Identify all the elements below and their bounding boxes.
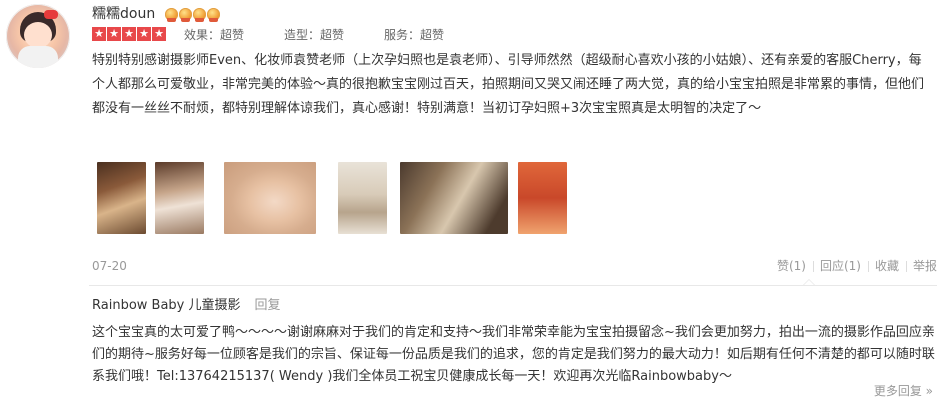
reply-header: Rainbow Baby 儿童摄影 回复 (92, 297, 281, 315)
reply-button[interactable]: 回复 (255, 297, 281, 315)
avatar-dress (18, 46, 58, 68)
review-photo[interactable] (518, 162, 567, 234)
review-photo[interactable] (338, 162, 387, 234)
star-icon: ★ (152, 27, 166, 41)
score-styling: 造型：超赞 (284, 27, 345, 42)
star-icon: ★ (137, 27, 151, 41)
medal-icon (193, 7, 207, 22)
review-photo[interactable] (400, 162, 508, 234)
more-replies-link[interactable]: 更多回复 » (874, 383, 933, 399)
medal-icon (207, 7, 221, 22)
star-icon: ★ (122, 27, 136, 41)
review-header: 糯糯doun (92, 4, 221, 24)
member-badges (165, 7, 221, 22)
avatar-face (24, 22, 52, 48)
score-service: 服务：超赞 (384, 27, 445, 42)
user-avatar[interactable] (6, 4, 70, 68)
medal-icon (165, 7, 179, 22)
review-photo[interactable] (97, 162, 146, 234)
review-photos (97, 162, 567, 234)
review-actions: 赞(1) 回应(1) 收藏 举报 (770, 258, 937, 274)
reply-count-button[interactable]: 回应(1) (813, 258, 869, 274)
favorite-button[interactable]: 收藏 (868, 258, 908, 274)
avatar-bow (44, 10, 58, 19)
username[interactable]: 糯糯doun (92, 4, 155, 24)
reply-divider (89, 285, 937, 286)
review-date: 07-20 (92, 259, 127, 273)
review-text: 特别特别感谢摄影师Even、化妆师袁赞老师（上次孕妇照也是袁老师）、引导师然然（… (92, 53, 925, 116)
star-icon: ★ (92, 27, 106, 41)
review-photo[interactable] (155, 162, 204, 234)
review-photo[interactable] (224, 162, 316, 234)
report-button[interactable]: 举报 (906, 258, 937, 274)
rating-row: ★ ★ ★ ★ ★ 效果：超赞 造型：超赞 服务：超赞 (92, 26, 484, 42)
score-effect: 效果：超赞 (184, 27, 245, 42)
reply-text: 这个宝宝真的太可爱了鸭～～～～谢谢麻麻对于我们的肯定和支持～我们非常荣幸能为宝宝… (92, 325, 935, 384)
star-rating: ★ ★ ★ ★ ★ (92, 27, 166, 41)
shop-name[interactable]: Rainbow Baby 儿童摄影 (92, 297, 241, 315)
medal-icon (179, 7, 193, 22)
star-icon: ★ (107, 27, 121, 41)
like-button[interactable]: 赞(1) (770, 258, 814, 274)
